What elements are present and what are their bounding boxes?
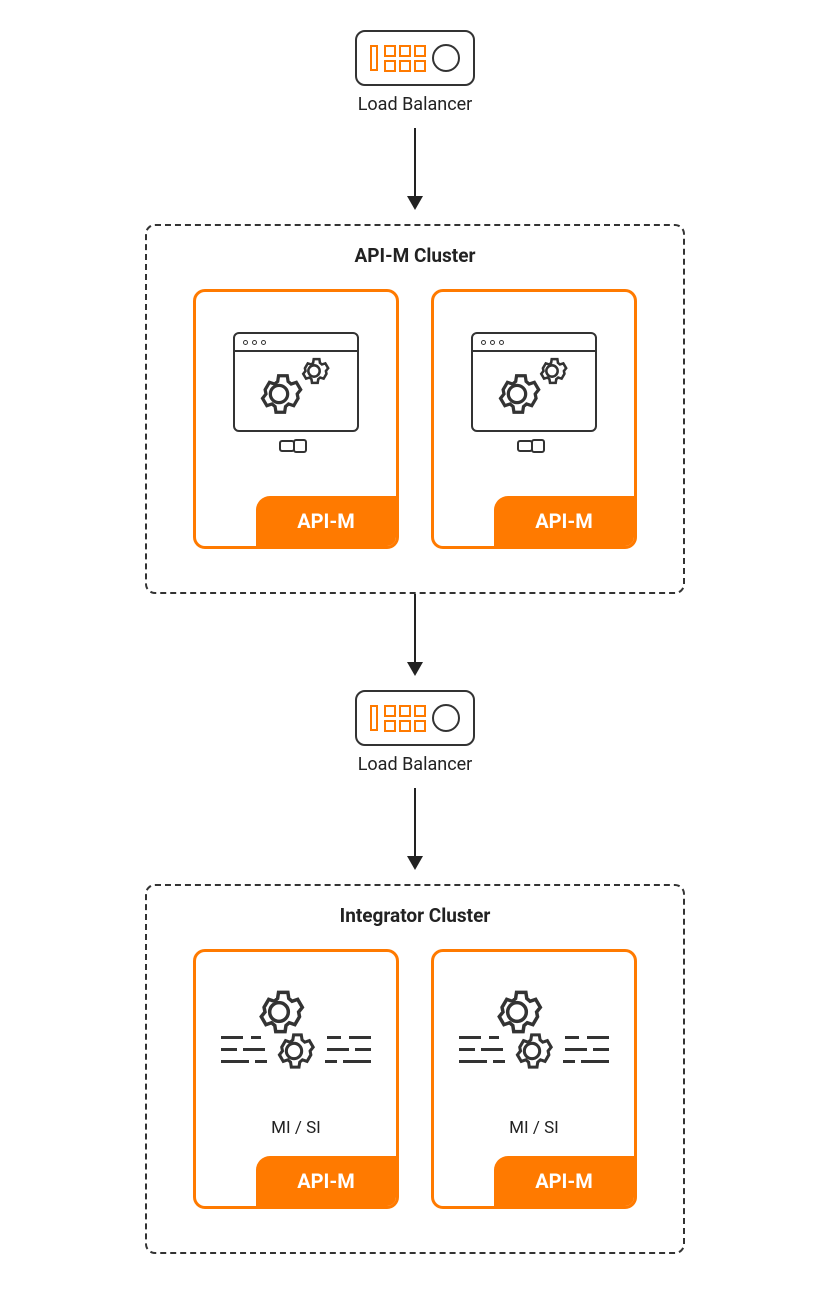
load-balancer-label: Load Balancer — [358, 94, 473, 115]
integrator-cluster: Integrator Cluster — [145, 884, 685, 1254]
lb-grid-icon — [384, 705, 426, 732]
lb-bar-icon — [370, 45, 378, 71]
lb-dial-icon — [432, 704, 460, 732]
card-row: API-M API-M — [147, 289, 683, 585]
integrator-card: MI / SI API-M — [193, 949, 399, 1209]
plug-icon — [279, 437, 313, 455]
gear-icon — [535, 354, 569, 388]
load-balancer-label: Load Balancer — [358, 754, 473, 775]
card-badge: API-M — [494, 1156, 634, 1206]
integrator-sublabel: MI / SI — [509, 1118, 559, 1138]
integrator-icon — [459, 984, 609, 1094]
card-badge: API-M — [494, 496, 634, 546]
card-badge: API-M — [256, 1156, 396, 1206]
plug-icon — [517, 437, 551, 455]
gear-icon — [297, 354, 331, 388]
integrator-sublabel: MI / SI — [271, 1118, 321, 1138]
card-badge: API-M — [256, 496, 396, 546]
integrator-card: MI / SI API-M — [431, 949, 637, 1209]
apim-cluster: API-M Cluster API-M — [145, 224, 685, 594]
lb-grid-icon — [384, 45, 426, 72]
apim-card: API-M — [193, 289, 399, 549]
gear-icon — [509, 1028, 555, 1074]
gear-icon — [271, 1028, 317, 1074]
architecture-diagram: Load Balancer API-M Cluster — [0, 0, 830, 1302]
load-balancer-inner — [357, 32, 473, 84]
lb-dial-icon — [432, 44, 460, 72]
load-balancer-icon — [355, 690, 475, 746]
arrow-down-icon — [414, 788, 416, 868]
cluster-title: API-M Cluster — [147, 244, 683, 267]
lb-bar-icon — [370, 705, 378, 731]
app-window-icon — [471, 332, 597, 446]
cluster-title: Integrator Cluster — [147, 904, 683, 927]
apim-card: API-M — [431, 289, 637, 549]
integrator-icon — [221, 984, 371, 1094]
card-row: MI / SI API-M — [147, 949, 683, 1245]
app-window-icon — [233, 332, 359, 446]
arrow-down-icon — [414, 128, 416, 208]
load-balancer-inner — [357, 692, 473, 744]
load-balancer-icon — [355, 30, 475, 86]
arrow-down-icon — [414, 594, 416, 674]
